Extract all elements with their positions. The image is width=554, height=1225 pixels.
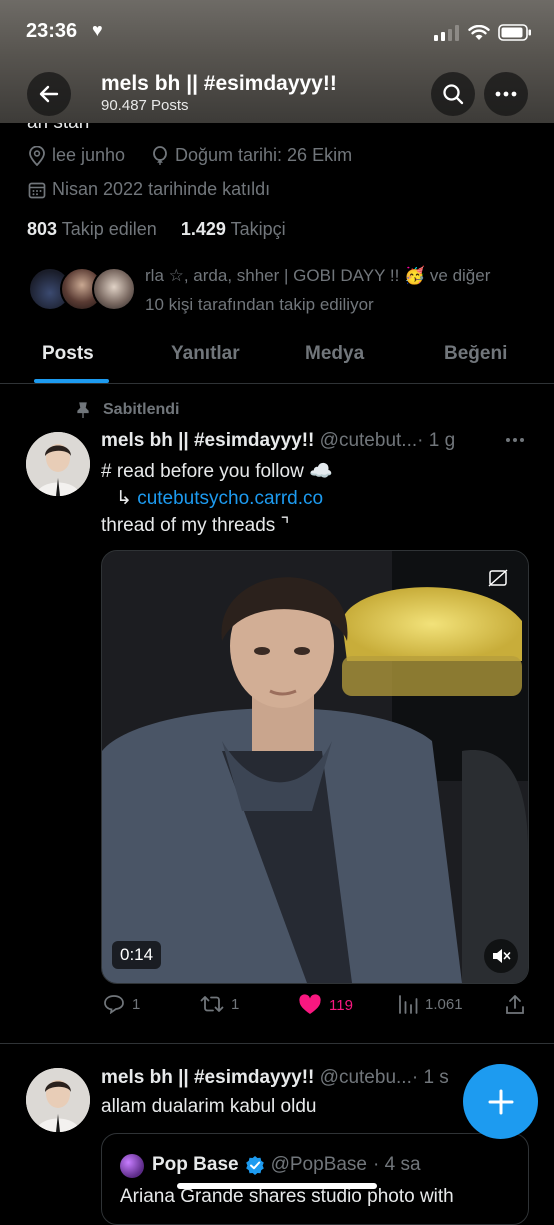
author-name[interactable]: mels bh || #esimdayyy!! [101, 430, 314, 451]
share-button[interactable] [505, 994, 525, 1016]
following-label: Takip edilen [61, 219, 157, 239]
followers-count: 1.429 [180, 219, 226, 239]
like-button[interactable]: 119 [298, 994, 353, 1016]
profile-tabs: Posts Yanıtlar Medya Beğeni [0, 333, 554, 384]
wifi-icon [468, 24, 490, 40]
views-count: 1.061 [425, 995, 463, 1013]
header-profile-name: mels bh || #esimdayyy!! [101, 72, 337, 95]
header-post-count: 90.487 Posts [101, 97, 189, 114]
tab-media[interactable]: Medya [305, 343, 364, 365]
tab-likes[interactable]: Beğeni [444, 343, 507, 365]
active-tab-indicator [34, 379, 109, 383]
author-handle[interactable]: @cutebut... [320, 430, 417, 451]
avatar-image [26, 432, 90, 496]
arrow-left-icon [39, 85, 59, 103]
reply-button[interactable]: 1 [103, 994, 140, 1014]
video-frame [102, 551, 528, 983]
search-button[interactable] [431, 72, 475, 116]
status-icons [434, 24, 532, 41]
share-icon [506, 995, 524, 1014]
compose-button[interactable] [463, 1064, 538, 1139]
speaker-muted-icon [493, 949, 511, 963]
avatar [92, 267, 136, 311]
focus-heart-icon: ♥ [92, 20, 103, 40]
post-avatar[interactable] [26, 1068, 90, 1132]
followers-label: Takipçi [230, 219, 286, 239]
birthday-row: Doğum tarihi: 26 Ekim [151, 145, 352, 166]
repost-icon [200, 996, 224, 1012]
views-chart-icon [399, 995, 418, 1014]
birthday-text: Doğum tarihi: 26 Ekim [175, 145, 353, 165]
quote-time: · 4 sa [373, 1154, 421, 1175]
followed-by-text[interactable]: rla ☆, arda, shher | GOBI DAYY !! 🥳 ve d… [145, 261, 535, 319]
carrd-link[interactable]: cutebutsycho.carrd.co [137, 488, 323, 509]
followed-by-line-2: 10 kişi tarafından takip ediliyor [145, 295, 374, 314]
location-row: lee junho [28, 145, 125, 166]
post-time: · 1 s [411, 1067, 449, 1088]
reply-count: 1 [132, 995, 141, 1013]
post-divider [0, 1043, 554, 1044]
quote-avatar [120, 1154, 144, 1178]
post-time: · 1 g [417, 430, 456, 451]
quote-handle: @PopBase [270, 1154, 367, 1175]
post-header: mels bh || #esimdayyy!! @cutebut...· 1 g [101, 430, 455, 452]
post-text: allam dualarim kabul oldu [101, 1096, 317, 1117]
verified-badge-icon [245, 1156, 264, 1175]
mute-button[interactable] [484, 939, 518, 973]
home-indicator[interactable] [177, 1183, 377, 1189]
quoted-post[interactable]: Pop Base @PopBase · 4 sa Ariana Grande s… [101, 1133, 529, 1225]
post-avatar[interactable] [26, 432, 90, 496]
tab-posts[interactable]: Posts [42, 343, 94, 365]
like-count: 119 [329, 996, 353, 1014]
sensitive-toggle-icon[interactable] [488, 569, 508, 592]
following-count: 803 [27, 219, 58, 239]
author-name[interactable]: mels bh || #esimdayyy!! [101, 1067, 314, 1088]
pinned-text: Sabitlendi [103, 401, 180, 418]
tab-replies[interactable]: Yanıtlar [171, 343, 240, 365]
battery-icon [498, 24, 531, 41]
location-pin-icon [29, 145, 45, 166]
post-text-line-2: ↳ cutebutsycho.carrd.co [116, 487, 323, 510]
heart-filled-icon [299, 994, 321, 1014]
joined-row: Nisan 2022 tarihinde katıldı [28, 179, 270, 200]
repost-count: 1 [231, 995, 240, 1013]
reply-icon [104, 995, 124, 1014]
plus-icon [488, 1089, 513, 1114]
search-icon [443, 84, 464, 105]
mutual-followers-avatars[interactable] [28, 267, 136, 311]
no-caption-icon [488, 569, 508, 587]
post-text-line-1: # read before you follow ☁️ [101, 461, 333, 482]
followers-link[interactable]: 1.429 Takipçi [181, 219, 286, 239]
avatar-image [26, 1068, 90, 1132]
post-video[interactable]: 0:14 [101, 550, 529, 984]
quote-text: Ariana Grande shares studio photo with [120, 1186, 454, 1207]
pin-icon [77, 401, 89, 418]
quote-header: Pop Base @PopBase · 4 sa [152, 1154, 421, 1176]
followed-by-line-1: rla ☆, arda, shher | GOBI DAYY !! 🥳 ve d… [145, 266, 491, 285]
back-button[interactable] [27, 72, 71, 116]
views-button[interactable]: 1.061 [398, 994, 463, 1014]
follow-counts: 803 Takip edilen 1.429 Takipçi [27, 219, 286, 240]
author-handle[interactable]: @cutebu... [320, 1067, 412, 1088]
video-duration: 0:14 [112, 941, 162, 969]
following-link[interactable]: 803 Takip edilen [27, 219, 157, 239]
status-time: 23:36 [26, 20, 78, 42]
quote-author-name: Pop Base [152, 1154, 239, 1175]
joined-text: Nisan 2022 tarihinde katıldı [52, 179, 271, 199]
calendar-icon [28, 182, 46, 198]
signal-icon [434, 24, 459, 41]
arrow-glyph: ↳ [116, 488, 132, 509]
more-options-button[interactable] [484, 72, 528, 116]
post-more-button[interactable] [505, 430, 525, 448]
pinned-label: Sabitlendi [77, 401, 179, 419]
more-icon [506, 438, 524, 442]
repost-button[interactable]: 1 [200, 994, 239, 1014]
post-text-line-3: thread of my threads ⌝ [101, 515, 290, 536]
more-icon [495, 91, 517, 97]
location-text: lee junho [52, 145, 126, 165]
profile-header: 23:36 ♥ mels bh || #esimdayyy!! 90.487 P… [0, 0, 554, 123]
post-header: mels bh || #esimdayyy!! @cutebu...· 1 s [101, 1067, 449, 1089]
balloon-icon [153, 145, 167, 165]
